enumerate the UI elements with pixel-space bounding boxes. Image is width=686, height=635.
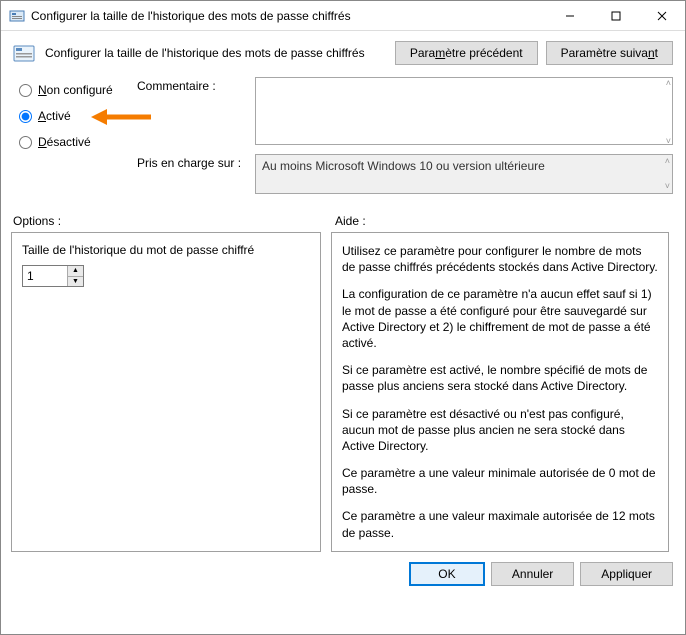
help-section-label: Aide : xyxy=(335,214,366,228)
state-radio-group: Non configuré Activé Désactivé xyxy=(19,77,129,200)
help-p1: Utilisez ce paramètre pour configurer le… xyxy=(342,243,658,275)
titlebar-text: Configurer la taille de l'historique des… xyxy=(31,9,547,23)
policy-large-icon xyxy=(13,42,35,64)
comment-label: Commentaire : xyxy=(137,77,247,148)
prev-setting-button[interactable]: Paramètre précédent xyxy=(395,41,538,65)
help-p5: Ce paramètre a une valeur minimale autor… xyxy=(342,465,658,497)
radio-enabled-label[interactable]: Activé xyxy=(38,109,71,123)
supported-label: Pris en charge sur : xyxy=(137,154,247,194)
help-p3: Si ce paramètre est activé, le nombre sp… xyxy=(342,362,658,394)
apply-button[interactable]: Appliquer xyxy=(580,562,673,586)
radio-disabled-label[interactable]: Désactivé xyxy=(38,135,91,149)
history-size-spinner[interactable]: ▲ ▼ xyxy=(22,265,84,287)
ok-button[interactable]: OK xyxy=(409,562,485,586)
help-pane: Utilisez ce paramètre pour configurer le… xyxy=(331,232,669,552)
spinner-down-button[interactable]: ▼ xyxy=(68,277,83,287)
help-p4: Si ce paramètre est désactivé ou n'est p… xyxy=(342,406,658,455)
minimize-button[interactable] xyxy=(547,1,593,30)
maximize-button[interactable] xyxy=(593,1,639,30)
options-pane: Taille de l'historique du mot de passe c… xyxy=(11,232,321,552)
help-p2: La configuration de ce paramètre n'a auc… xyxy=(342,286,658,351)
supported-on-value: Au moins Microsoft Windows 10 ou version… xyxy=(262,159,545,173)
policy-icon xyxy=(9,8,25,24)
radio-not-configured-label[interactable]: Non configuré xyxy=(38,83,113,97)
header-row: Configurer la taille de l'historique des… xyxy=(1,31,685,73)
supported-on-box: Au moins Microsoft Windows 10 ou version… xyxy=(255,154,673,194)
footer-buttons: OK Annuler Appliquer xyxy=(1,552,685,596)
close-button[interactable] xyxy=(639,1,685,30)
highlight-arrow-icon xyxy=(91,107,151,127)
header-title: Configurer la taille de l'historique des… xyxy=(45,46,385,60)
radio-enabled[interactable] xyxy=(19,110,32,123)
comment-textarea[interactable] xyxy=(255,77,673,145)
history-size-input[interactable] xyxy=(23,266,67,286)
options-section-label: Options : xyxy=(13,214,335,228)
cancel-button[interactable]: Annuler xyxy=(491,562,574,586)
radio-disabled[interactable] xyxy=(19,136,32,149)
radio-not-configured[interactable] xyxy=(19,84,32,97)
next-setting-button[interactable]: Paramètre suivant xyxy=(546,41,673,65)
spinner-up-button[interactable]: ▲ xyxy=(68,266,83,277)
titlebar: Configurer la taille de l'historique des… xyxy=(1,1,685,31)
help-p6: Ce paramètre a une valeur maximale autor… xyxy=(342,508,658,540)
history-size-label: Taille de l'historique du mot de passe c… xyxy=(22,243,310,257)
